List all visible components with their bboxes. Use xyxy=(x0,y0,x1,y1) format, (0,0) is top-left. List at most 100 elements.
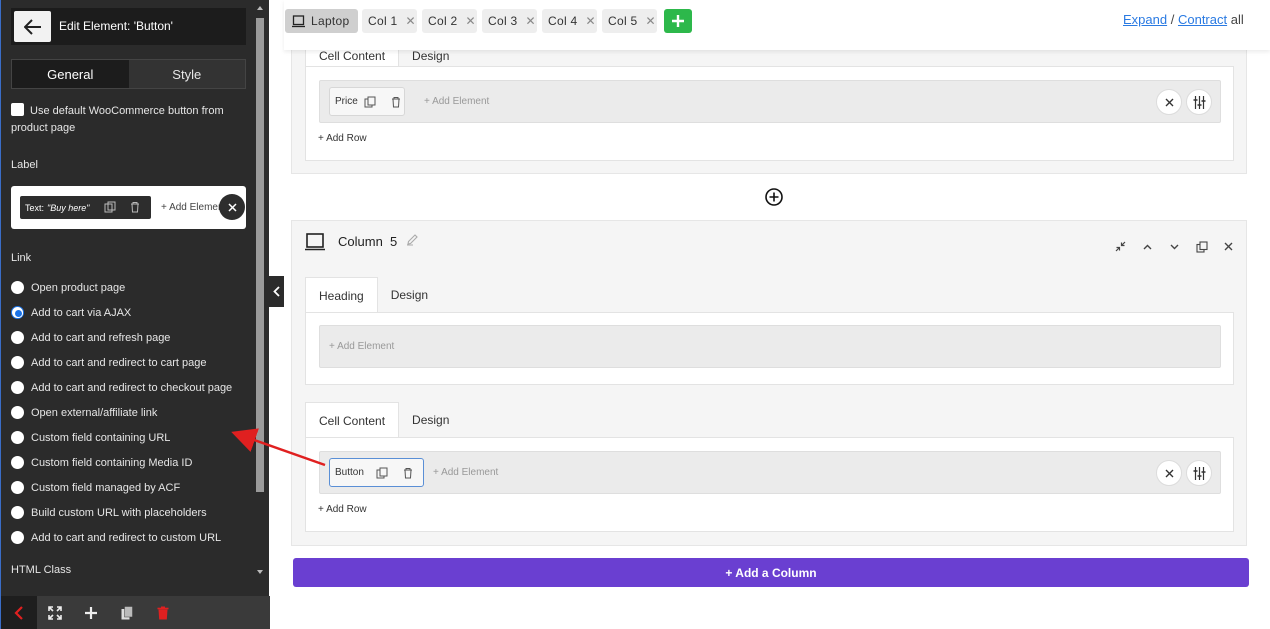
clear-row-button[interactable] xyxy=(1156,460,1182,486)
device-label: Laptop xyxy=(311,14,350,28)
col-chip-label: Col 2 xyxy=(428,14,458,28)
all-label: all xyxy=(1230,12,1244,27)
radio-button[interactable] xyxy=(11,431,24,444)
scroll-thumb[interactable] xyxy=(256,18,264,492)
copy-icon xyxy=(121,605,133,619)
col-chip-3[interactable]: Col 3 ✕ xyxy=(482,9,537,33)
link-option[interactable]: Build custom URL with placeholders xyxy=(11,500,251,525)
link-option[interactable]: Add to cart and redirect to cart page xyxy=(11,350,251,375)
link-option[interactable]: Add to cart and redirect to custom URL xyxy=(11,525,251,550)
add-element-link[interactable]: + Add Element xyxy=(424,96,489,107)
tab-heading[interactable]: Heading xyxy=(305,277,378,313)
link-option[interactable]: Add to cart via AJAX xyxy=(11,300,251,325)
contract-all-link[interactable]: Contract xyxy=(1178,12,1227,27)
collapse-panel-button[interactable] xyxy=(1,596,37,629)
expand-all-link[interactable]: Expand xyxy=(1123,12,1167,27)
radio-button[interactable] xyxy=(11,481,24,494)
tab-general[interactable]: General xyxy=(12,60,129,88)
scroll-down-arrow-icon[interactable] xyxy=(257,570,263,574)
heading-add-element-link[interactable]: + Add Element xyxy=(329,341,394,352)
link-option-label: Custom field containing URL xyxy=(31,431,171,444)
col-chip-5[interactable]: Col 5 ✕ xyxy=(602,9,657,33)
sliders-icon xyxy=(1193,466,1205,480)
clear-row-button[interactable] xyxy=(1156,89,1182,115)
close-icon[interactable]: ✕ xyxy=(466,14,476,28)
col-chip-2[interactable]: Col 2 ✕ xyxy=(422,9,477,33)
trash-icon[interactable] xyxy=(129,201,141,213)
add-button[interactable] xyxy=(73,596,109,629)
add-column-tab-button[interactable] xyxy=(664,9,692,33)
fullscreen-button[interactable] xyxy=(37,596,73,629)
scroll-up-arrow-icon[interactable] xyxy=(257,6,263,10)
radio-button[interactable] xyxy=(11,406,24,419)
link-option[interactable]: Custom field containing URL xyxy=(11,425,251,450)
collapse-column-button[interactable] xyxy=(1113,239,1128,254)
chevron-left-icon xyxy=(14,605,23,620)
col-chip-4[interactable]: Col 4 ✕ xyxy=(542,9,597,33)
close-icon[interactable]: ✕ xyxy=(406,14,416,28)
delete-button[interactable] xyxy=(145,596,181,629)
col-chip-1[interactable]: Col 1 ✕ xyxy=(362,9,417,33)
panel-toggle-tab[interactable] xyxy=(269,276,284,307)
link-option[interactable]: Open product page xyxy=(11,275,251,300)
add-element-link[interactable]: + Add Element xyxy=(433,467,498,478)
button-element-chip[interactable]: Button xyxy=(329,458,424,487)
label-text-chip[interactable]: Text: "Buy here" xyxy=(20,196,151,219)
close-icon xyxy=(1165,469,1173,477)
trash-icon[interactable] xyxy=(402,467,414,479)
close-icon[interactable]: ✕ xyxy=(586,14,596,28)
close-icon[interactable]: ✕ xyxy=(646,14,656,28)
tab-style[interactable]: Style xyxy=(128,60,245,88)
close-icon[interactable]: ✕ xyxy=(526,14,536,28)
tab-cell-design[interactable]: Design xyxy=(399,402,462,438)
radio-button[interactable] xyxy=(11,306,24,319)
price-element-chip[interactable]: Price xyxy=(329,87,405,116)
link-option[interactable]: Custom field containing Media ID xyxy=(11,450,251,475)
device-selector[interactable]: Laptop xyxy=(285,9,358,33)
add-row-link[interactable]: + Add Row xyxy=(318,133,367,144)
link-option[interactable]: Add to cart and redirect to checkout pag… xyxy=(11,375,251,400)
label-close-button[interactable] xyxy=(219,194,245,220)
duplicate-icon[interactable] xyxy=(364,96,376,108)
link-option-label: Custom field managed by ACF xyxy=(31,481,181,494)
add-between-icon[interactable] xyxy=(764,187,784,207)
laptop-icon xyxy=(305,233,325,251)
move-up-button[interactable] xyxy=(1140,239,1155,254)
woo-default-checkbox[interactable] xyxy=(11,103,24,116)
row-settings-button[interactable] xyxy=(1186,89,1212,115)
radio-button[interactable] xyxy=(11,531,24,544)
delete-column-button[interactable] xyxy=(1221,239,1236,254)
row-settings-button[interactable] xyxy=(1186,460,1212,486)
column-number: 5 xyxy=(390,234,398,249)
panel-bottom-toolbar xyxy=(1,596,270,629)
radio-button[interactable] xyxy=(11,356,24,369)
tab-heading-design[interactable]: Design xyxy=(378,277,441,313)
edit-icon[interactable] xyxy=(406,233,419,246)
copy-button[interactable] xyxy=(109,596,145,629)
tab-cell-content[interactable]: Cell Content xyxy=(305,402,400,438)
chevron-up-icon xyxy=(1143,244,1152,249)
panel-scrollbar[interactable] xyxy=(254,0,266,580)
col-chip-label: Col 1 xyxy=(368,14,398,28)
col-chip-label: Col 5 xyxy=(608,14,638,28)
duplicate-column-button[interactable] xyxy=(1194,239,1209,254)
link-option[interactable]: Add to cart and refresh page xyxy=(11,325,251,350)
radio-button[interactable] xyxy=(11,456,24,469)
move-down-button[interactable] xyxy=(1167,239,1182,254)
link-option[interactable]: Custom field managed by ACF xyxy=(11,475,251,500)
duplicate-icon[interactable] xyxy=(104,201,116,213)
back-button[interactable] xyxy=(14,11,51,42)
link-option-label: Add to cart via AJAX xyxy=(31,306,132,319)
woo-default-option[interactable]: Use default WooCommerce button from prod… xyxy=(11,103,246,137)
radio-button[interactable] xyxy=(11,331,24,344)
link-option[interactable]: Open external/affiliate link xyxy=(11,400,251,425)
add-row-link[interactable]: + Add Row xyxy=(318,504,367,515)
trash-icon[interactable] xyxy=(390,96,402,108)
panel-header: Edit Element: 'Button' xyxy=(11,8,246,45)
radio-button[interactable] xyxy=(11,381,24,394)
add-column-button[interactable]: + Add a Column xyxy=(293,558,1249,587)
radio-button[interactable] xyxy=(11,281,24,294)
label-add-element[interactable]: + Add Element xyxy=(161,202,226,213)
duplicate-icon[interactable] xyxy=(376,467,388,479)
radio-button[interactable] xyxy=(11,506,24,519)
